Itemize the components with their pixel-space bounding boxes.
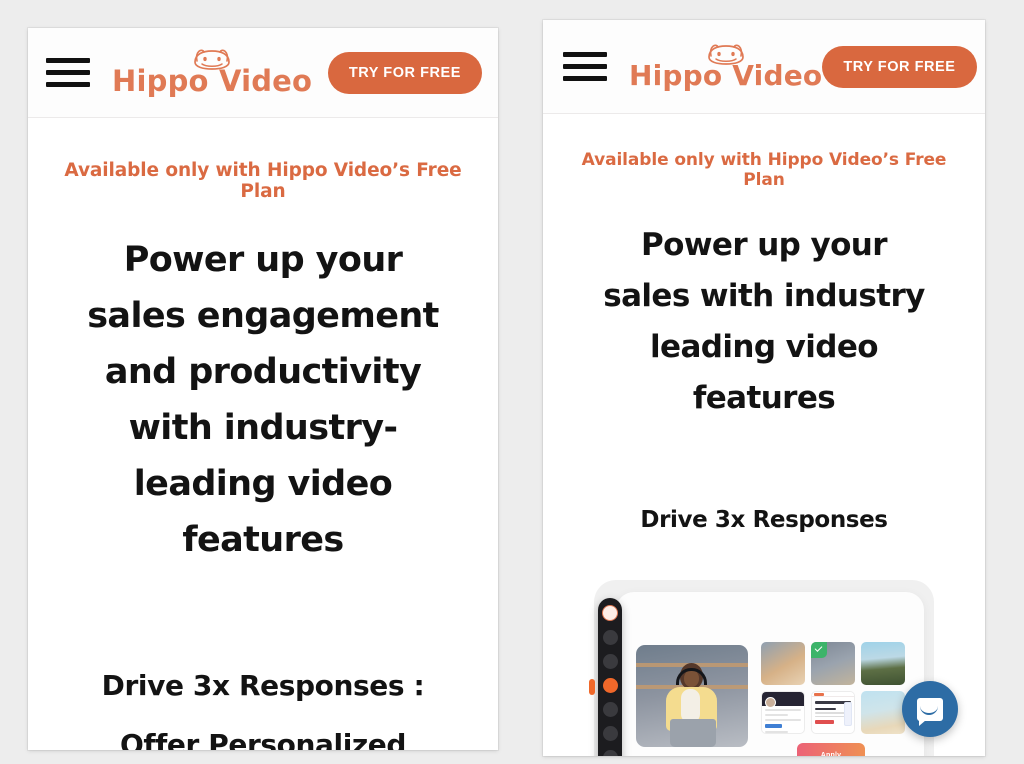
page-title: Power up your sales engagement and produ…	[87, 240, 439, 560]
person-on-video-call-image	[636, 645, 748, 747]
panel-content: Available only with Hippo Video’s Free P…	[543, 150, 985, 756]
thumbnail-grid	[761, 642, 905, 734]
landing-page-thumbnail	[811, 691, 855, 734]
hippo-avatar-icon	[602, 605, 618, 621]
email-card-thumbnail	[761, 691, 805, 734]
product-mockup-image: Apply	[589, 580, 934, 756]
apply-button: Apply	[797, 743, 865, 756]
eyebrow-text: Available only with Hippo Video’s Free P…	[64, 160, 462, 202]
landscape-thumbnail	[861, 642, 905, 685]
rail-nav-dot	[602, 726, 618, 741]
shelf-interior-thumbnail	[811, 642, 855, 685]
try-for-free-button[interactable]: TRY FOR FREE	[822, 45, 977, 88]
laptop-icon	[670, 719, 716, 747]
page-root: Hippo Video TRY FOR FREE Available only …	[0, 0, 1024, 764]
panel-content: Available only with Hippo Video’s Free P…	[28, 160, 498, 750]
approved-check-badge	[811, 642, 827, 658]
chat-launcher-button[interactable]	[902, 681, 958, 737]
eyebrow-text: Available only with Hippo Video’s Free P…	[581, 150, 947, 190]
brand-logo-text: Hippo Video	[112, 64, 313, 98]
page-title: Power up your sales with industry leadin…	[603, 227, 925, 416]
hamburger-menu-icon[interactable]	[563, 52, 607, 81]
site-header: Hippo Video TRY FOR FREE	[543, 20, 985, 114]
mockup-sidebar-rail	[598, 598, 622, 756]
rail-nav-dot	[602, 750, 618, 756]
chat-bubble-icon	[917, 697, 943, 726]
site-header: Hippo Video TRY FOR FREE	[28, 28, 498, 118]
rail-nav-dot	[602, 702, 618, 717]
headphones-icon	[676, 668, 707, 685]
brand-logo[interactable]: Hippo Video	[629, 42, 822, 92]
rail-nav-dot	[602, 654, 618, 669]
room-interior-thumbnail	[761, 642, 805, 685]
preview-panel-right: Hippo Video TRY FOR FREE Available only …	[543, 20, 985, 756]
brand-logo[interactable]: Hippo Video	[112, 47, 312, 98]
hamburger-menu-icon[interactable]	[46, 58, 90, 87]
brand-logo-text: Hippo Video	[629, 58, 823, 92]
try-for-free-button[interactable]: TRY FOR FREE	[327, 51, 482, 94]
rail-active-marker	[589, 679, 595, 695]
rail-nav-dot	[602, 630, 618, 645]
sky-gradient-thumbnail	[861, 691, 905, 734]
rail-nav-dot-active	[602, 678, 618, 693]
section-subtitle: Drive 3x Responses : Offer Personalized …	[101, 669, 425, 750]
section-subtitle: Drive 3x Responses	[640, 507, 888, 533]
preview-panel-left: Hippo Video TRY FOR FREE Available only …	[28, 28, 498, 750]
person-figure	[662, 663, 720, 747]
